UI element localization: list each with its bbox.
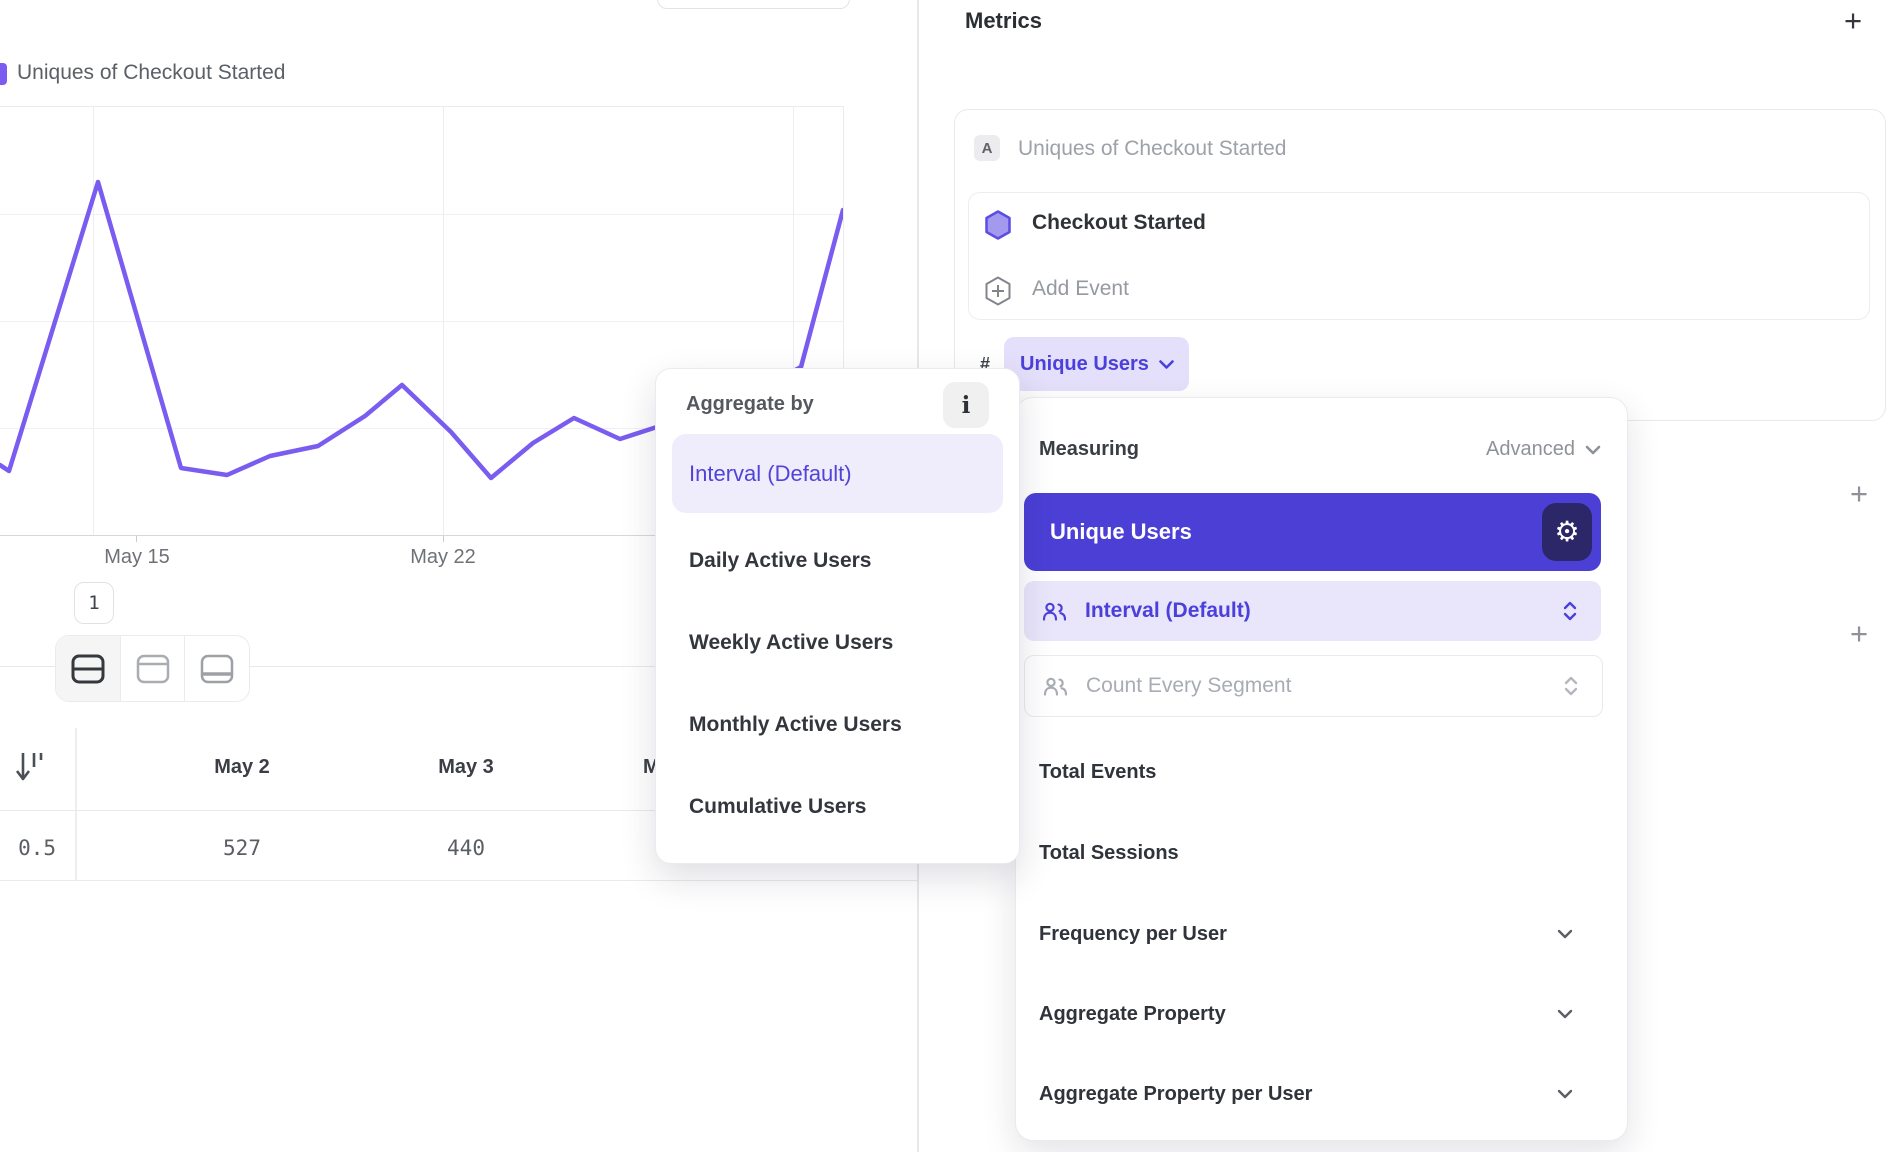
table-cell: 440 xyxy=(386,836,546,860)
metric-card-title[interactable]: Uniques of Checkout Started xyxy=(1018,137,1287,161)
aggregate-option-label: Daily Active Users xyxy=(689,549,872,573)
legend-label: Uniques of Checkout Started xyxy=(17,61,286,85)
layout-toggle-split-rows[interactable] xyxy=(56,636,121,701)
chevron-down-icon xyxy=(1159,360,1174,369)
interval-selector[interactable]: Interval (Default) xyxy=(1024,581,1601,641)
measuring-option-total-sessions[interactable]: Total Sessions xyxy=(1039,823,1605,883)
measuring-option-unique-users[interactable]: Unique Users ⚙ xyxy=(1024,493,1601,571)
add-metric-button[interactable]: + xyxy=(1836,2,1870,40)
segment-count-selector[interactable]: Count Every Segment xyxy=(1024,655,1603,717)
table-row-label: 0.5 xyxy=(0,836,56,860)
chevron-down-icon xyxy=(1585,445,1601,455)
table-header-cell[interactable]: May 3 xyxy=(386,756,546,779)
unique-users-label: Unique Users xyxy=(1050,519,1542,545)
segment-count-label: Count Every Segment xyxy=(1086,674,1564,698)
users-icon xyxy=(1042,602,1067,621)
interval-selector-label: Interval (Default) xyxy=(1085,599,1563,623)
add-section-button[interactable]: + xyxy=(1842,615,1876,653)
metric-badge: A xyxy=(974,135,1000,161)
aggregate-option-label: Weekly Active Users xyxy=(689,631,893,655)
chevron-down-icon xyxy=(1557,929,1573,939)
split-rows-icon xyxy=(71,654,105,684)
option-label: Frequency per User xyxy=(1039,923,1557,946)
table-row-border xyxy=(0,880,917,881)
add-event-label[interactable]: Add Event xyxy=(1032,277,1129,301)
option-label: Aggregate Property per User xyxy=(1039,1083,1557,1106)
aggregate-by-popover: Aggregate by i Interval (Default) Daily … xyxy=(655,368,1020,864)
axis-tick xyxy=(443,536,444,542)
event-card: Checkout Started Add Event xyxy=(968,192,1870,320)
chevron-down-icon xyxy=(1557,1089,1573,1099)
aggregate-by-title: Aggregate by xyxy=(686,393,814,416)
header-top-icon xyxy=(136,654,170,684)
chevron-down-icon xyxy=(1557,1009,1573,1019)
aggregate-option-weekly-active-users[interactable]: Weekly Active Users xyxy=(689,621,989,665)
x-axis-label: May 22 xyxy=(383,546,503,569)
aggregate-option-label: Monthly Active Users xyxy=(689,713,902,737)
aggregate-option-interval[interactable]: Interval (Default) xyxy=(672,434,1003,513)
measure-chip-label: Unique Users xyxy=(1020,353,1149,376)
axis-tick xyxy=(136,536,137,542)
measuring-option-total-events[interactable]: Total Events xyxy=(1039,742,1605,802)
measure-settings-button[interactable]: ⚙ xyxy=(1542,503,1592,561)
event-hexagon-icon xyxy=(985,210,1011,240)
aggregate-option-monthly-active-users[interactable]: Monthly Active Users xyxy=(689,703,989,747)
layout-toggle-header-top[interactable] xyxy=(121,636,186,701)
measuring-popover: Measuring Advanced Unique Users ⚙ Interv… xyxy=(1015,397,1628,1141)
toolbar-button-partial[interactable] xyxy=(657,0,850,9)
table-cell: 527 xyxy=(162,836,322,860)
add-section-button[interactable]: + xyxy=(1842,475,1876,513)
measuring-option-aggregate-property-per-user[interactable]: Aggregate Property per User xyxy=(1039,1064,1605,1124)
aggregate-option-label: Cumulative Users xyxy=(689,795,866,819)
up-down-chevron-icon xyxy=(1563,601,1577,621)
aggregate-option-label: Interval (Default) xyxy=(689,461,852,487)
measuring-option-aggregate-property[interactable]: Aggregate Property xyxy=(1039,984,1605,1044)
gear-icon: ⚙ xyxy=(1554,518,1579,546)
info-button[interactable]: i xyxy=(943,382,989,428)
x-axis-label: May 15 xyxy=(77,546,197,569)
measure-chip[interactable]: Unique Users xyxy=(1004,337,1189,391)
aggregate-option-daily-active-users[interactable]: Daily Active Users xyxy=(689,539,989,583)
option-label: Total Events xyxy=(1039,761,1605,784)
option-label: Aggregate Property xyxy=(1039,1003,1557,1026)
page-number-badge[interactable]: 1 xyxy=(74,582,114,624)
event-name[interactable]: Checkout Started xyxy=(1032,211,1206,235)
info-icon: i xyxy=(962,392,971,419)
layout-toggle-group xyxy=(55,635,250,702)
advanced-toggle[interactable]: Advanced xyxy=(1486,438,1601,461)
table-column-divider xyxy=(75,728,77,880)
footer-bottom-icon xyxy=(200,654,234,684)
metric-card: A Uniques of Checkout Started Checkout S… xyxy=(954,109,1886,421)
up-down-chevron-icon xyxy=(1564,676,1578,696)
option-label: Total Sessions xyxy=(1039,842,1605,865)
sort-descending-icon[interactable] xyxy=(14,750,46,791)
measuring-option-frequency-per-user[interactable]: Frequency per User xyxy=(1039,904,1605,964)
aggregate-option-cumulative-users[interactable]: Cumulative Users xyxy=(689,785,989,829)
metrics-section-title: Metrics xyxy=(965,8,1042,34)
layout-toggle-footer-bottom[interactable] xyxy=(185,636,249,701)
measuring-label: Measuring xyxy=(1039,438,1139,461)
legend-swatch xyxy=(0,63,7,85)
users-icon xyxy=(1043,677,1068,696)
add-event-icon[interactable] xyxy=(985,276,1011,306)
table-header-cell[interactable]: May 2 xyxy=(162,756,322,779)
insights-report-view: Uniques of Checkout Started May 15 May 2… xyxy=(0,0,1898,1152)
advanced-label: Advanced xyxy=(1486,438,1575,461)
